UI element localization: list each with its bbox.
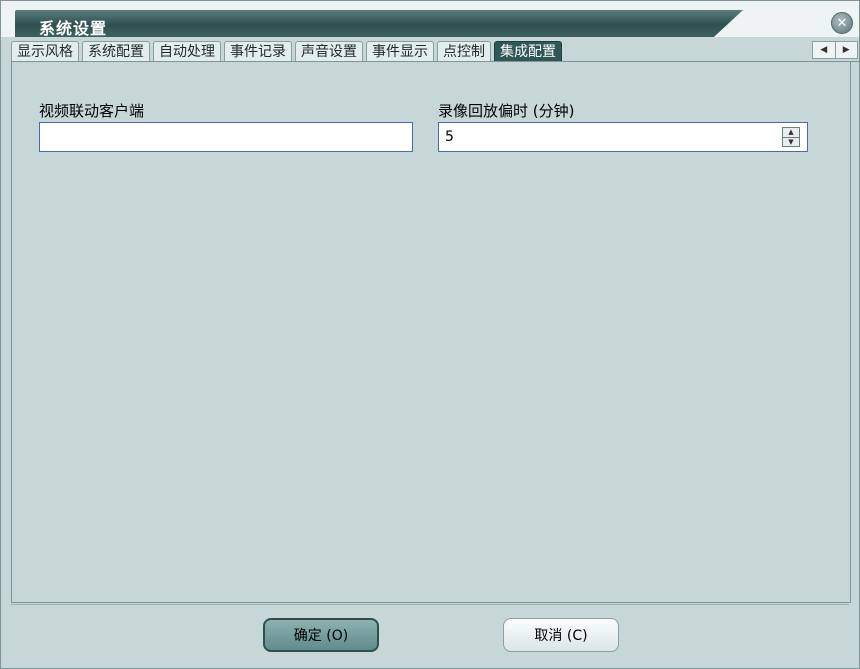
ok-button[interactable]: 确定 (O) — [263, 618, 379, 652]
replay-offset-stepper[interactable]: ▲ ▼ — [782, 127, 800, 147]
spin-up-icon[interactable]: ▲ — [783, 128, 799, 137]
cancel-button[interactable]: 取消 (C) — [503, 618, 619, 652]
tab-integration-config[interactable]: 集成配置 — [494, 41, 562, 61]
tab-strip: 显示风格 系统配置 自动处理 事件记录 声音设置 事件显示 点控制 集成配置 ◀… — [11, 37, 859, 62]
video-client-label: 视频联动客户端 — [39, 102, 145, 120]
footer-divider — [11, 604, 849, 605]
tab-list: 显示风格 系统配置 自动处理 事件记录 声音设置 事件显示 点控制 集成配置 — [11, 41, 565, 61]
tab-system-config[interactable]: 系统配置 — [82, 41, 150, 61]
title-tab-shape — [15, 10, 743, 37]
tab-sound-settings[interactable]: 声音设置 — [295, 41, 363, 61]
tab-event-log[interactable]: 事件记录 — [224, 41, 292, 61]
video-client-input[interactable] — [39, 122, 413, 152]
tab-display-style[interactable]: 显示风格 — [11, 41, 79, 61]
title-bar[interactable]: 系统设置 ✕ — [1, 1, 859, 38]
replay-offset-label: 录像回放偏时 (分钟) — [438, 102, 575, 120]
settings-dialog: 系统设置 ✕ 显示风格 系统配置 自动处理 事件记录 声音设置 事件显示 点控制… — [0, 0, 860, 669]
spin-down-icon[interactable]: ▼ — [783, 137, 799, 147]
tab-auto-processing[interactable]: 自动处理 — [153, 41, 221, 61]
arrow-left-icon[interactable]: ◀ — [813, 42, 835, 58]
arrow-right-icon[interactable]: ▶ — [834, 42, 858, 58]
tab-event-display[interactable]: 事件显示 — [366, 41, 434, 61]
window-title: 系统设置 — [39, 19, 108, 38]
tab-point-control[interactable]: 点控制 — [437, 41, 491, 61]
close-icon[interactable]: ✕ — [831, 12, 853, 34]
replay-offset-input[interactable] — [438, 122, 808, 152]
tab-scroll-buttons: ◀ ▶ — [812, 41, 858, 59]
